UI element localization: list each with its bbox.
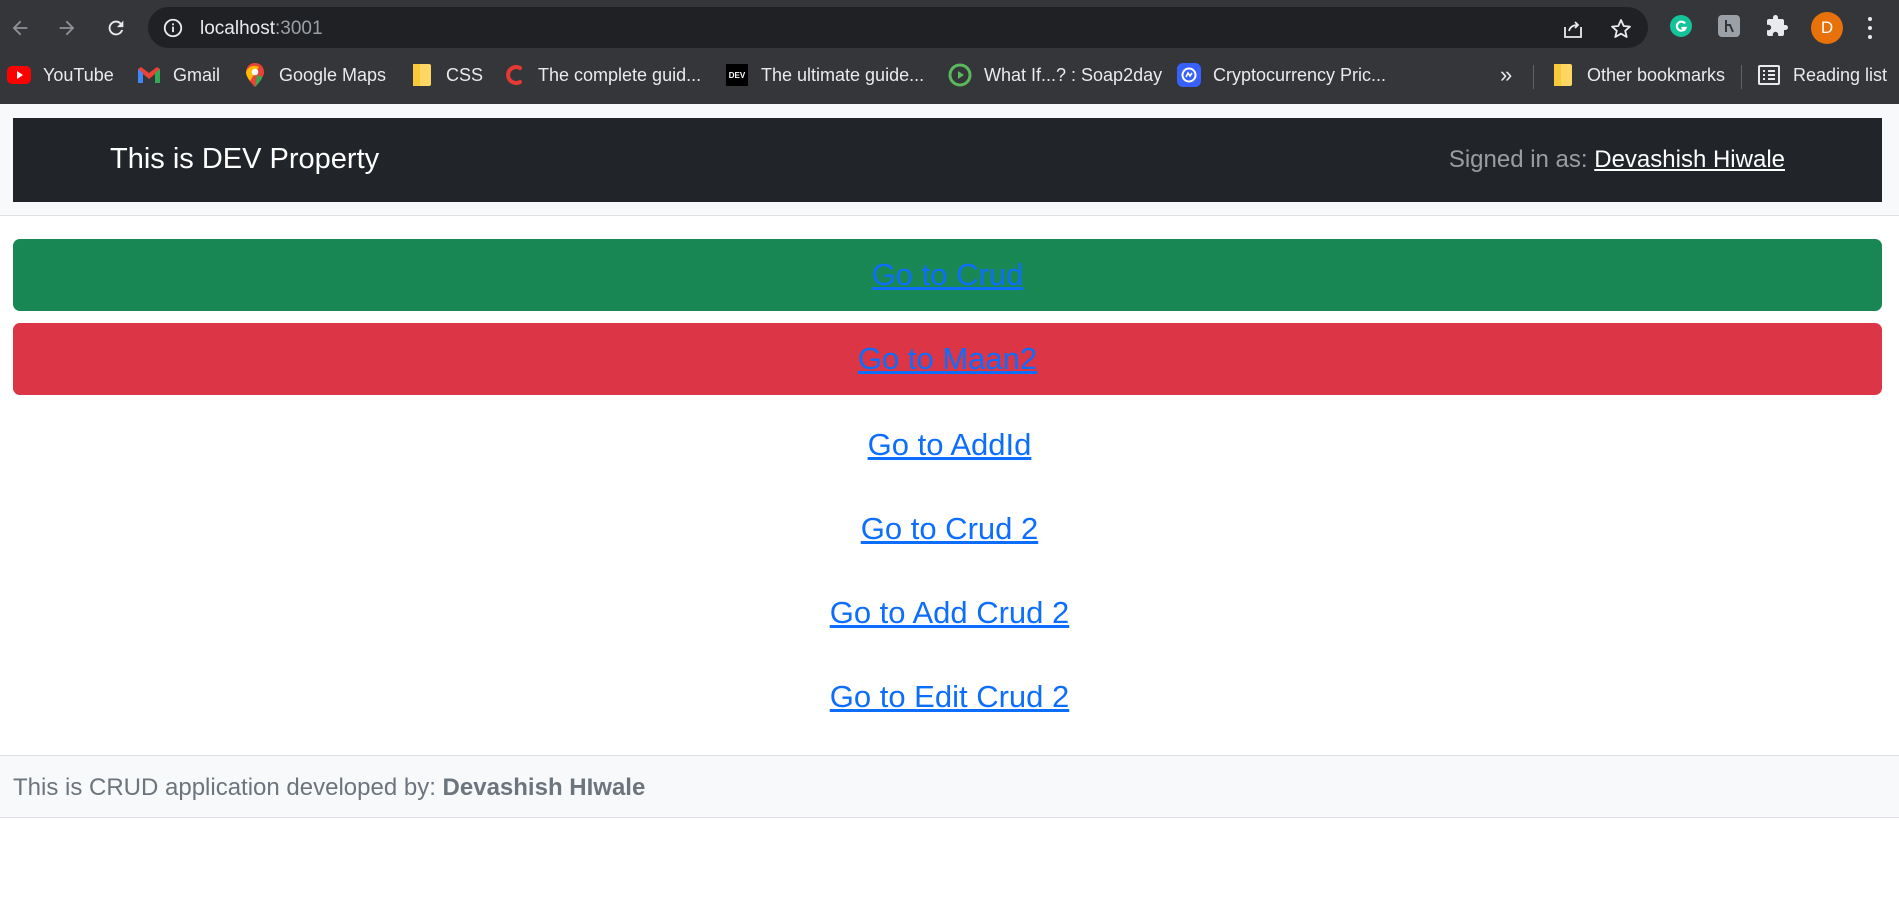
bookmark-label: What If...? : Soap2day — [984, 64, 1163, 85]
c-logo-icon — [502, 63, 526, 87]
bookmark-complete-guide[interactable]: The complete guid... — [502, 58, 701, 92]
extension-button[interactable] — [1716, 13, 1742, 39]
crud2-link-row: Go to Crud 2 — [0, 504, 1899, 554]
other-bookmarks-button[interactable]: Other bookmarks — [1551, 58, 1725, 92]
bookmark-label: YouTube — [43, 64, 114, 85]
maps-icon — [243, 63, 267, 87]
add-crud2-link-row: Go to Add Crud 2 — [0, 588, 1899, 638]
footer-text: This is CRUD application developed by: D… — [13, 774, 645, 802]
extension-letter-icon — [1718, 15, 1740, 37]
browser-menu-icon[interactable] — [1862, 14, 1878, 42]
url-text: localhost:3001 — [200, 18, 323, 40]
crud-link-bar: Go to Crud — [13, 239, 1882, 311]
maan2-link-bar: Go to Maan2 — [13, 323, 1882, 395]
signed-in-text: Signed in as: Devashish Hiwale — [1449, 146, 1785, 174]
url-port: :3001 — [275, 18, 323, 39]
footer-prefix: This is CRUD application developed by: — [13, 774, 436, 801]
browser-toolbar: localhost:3001 D — [0, 0, 1899, 55]
other-bookmarks-label: Other bookmarks — [1587, 64, 1726, 85]
bookmark-label: Gmail — [173, 64, 221, 85]
go-to-crud-link[interactable]: Go to Crud — [872, 257, 1024, 293]
browser-chrome: localhost:3001 D YouTube Gmail Google Ma… — [0, 0, 1899, 104]
reading-list-icon — [1757, 63, 1781, 87]
grammarly-icon — [1670, 15, 1692, 37]
bookmark-gmail[interactable]: Gmail — [137, 58, 220, 92]
bookmark-soap2day[interactable]: What If...? : Soap2day — [948, 58, 1162, 92]
profile-avatar[interactable]: D — [1811, 12, 1843, 44]
navbar-brand[interactable]: This is DEV Property — [110, 143, 379, 176]
arrow-left-icon — [12, 20, 28, 36]
address-bar[interactable]: localhost:3001 — [148, 7, 1648, 48]
bookmark-label: The complete guid... — [538, 64, 702, 85]
info-icon[interactable] — [162, 17, 184, 39]
edit-crud2-link-row: Go to Edit Crud 2 — [0, 672, 1899, 722]
navbar-container: This is DEV Property Signed in as: Devas… — [0, 104, 1899, 216]
folder-icon — [410, 63, 434, 87]
reload-icon — [108, 20, 124, 36]
signed-in-prefix: Signed in as: — [1448, 146, 1588, 173]
page-content: This is DEV Property Signed in as: Devas… — [0, 104, 1899, 907]
addid-link-row: Go to AddId — [0, 420, 1899, 470]
dev-badge-text: DEV — [726, 64, 748, 86]
share-icon[interactable] — [1561, 17, 1585, 41]
dev-icon: DEV — [725, 63, 749, 87]
bookmark-label: Cryptocurrency Pric... — [1213, 64, 1387, 85]
bookmark-youtube[interactable]: YouTube — [7, 58, 114, 92]
play-icon — [948, 63, 972, 87]
folder-icon — [1551, 63, 1575, 87]
youtube-icon — [7, 63, 31, 87]
coinmarketcap-icon — [1177, 63, 1201, 87]
bookmark-label: Google Maps — [279, 64, 387, 85]
reload-button[interactable] — [98, 10, 134, 46]
bookmark-cryptocurrency[interactable]: Cryptocurrency Pric... — [1177, 58, 1386, 92]
bookmarks-overflow-button[interactable]: » — [1500, 58, 1512, 92]
go-to-edit-crud-2-link[interactable]: Go to Edit Crud 2 — [830, 679, 1070, 715]
go-to-crud-2-link[interactable]: Go to Crud 2 — [861, 511, 1038, 547]
reading-list-button[interactable]: Reading list — [1757, 58, 1887, 92]
star-icon[interactable] — [1609, 17, 1633, 41]
bookmark-label: CSS — [446, 64, 484, 85]
footer: This is CRUD application developed by: D… — [0, 755, 1899, 818]
grammarly-extension[interactable] — [1668, 13, 1694, 39]
bookmark-css-folder[interactable]: CSS — [410, 58, 483, 92]
navbar: This is DEV Property Signed in as: Devas… — [13, 118, 1882, 202]
go-to-addid-link[interactable]: Go to AddId — [868, 427, 1032, 463]
puzzle-icon — [1767, 15, 1788, 36]
go-to-maan2-link[interactable]: Go to Maan2 — [858, 341, 1037, 377]
reading-list-label: Reading list — [1793, 64, 1888, 85]
bookmarks-separator — [1741, 65, 1742, 89]
extensions-menu-button[interactable] — [1764, 13, 1790, 39]
gmail-icon — [137, 63, 161, 87]
forward-button[interactable] — [49, 10, 85, 46]
bookmarks-separator — [1533, 65, 1534, 89]
url-host: localhost — [200, 18, 275, 39]
go-to-add-crud-2-link[interactable]: Go to Add Crud 2 — [830, 595, 1070, 631]
bookmark-ultimate-guide[interactable]: DEV The ultimate guide... — [725, 58, 924, 92]
bookmark-google-maps[interactable]: Google Maps — [243, 58, 386, 92]
bookmark-label: The ultimate guide... — [761, 64, 925, 85]
user-name-link[interactable]: Devashish Hiwale — [1594, 146, 1785, 173]
back-button[interactable] — [2, 10, 38, 46]
footer-author: Devashish HIwale — [442, 774, 646, 801]
arrow-right-icon — [59, 20, 75, 36]
